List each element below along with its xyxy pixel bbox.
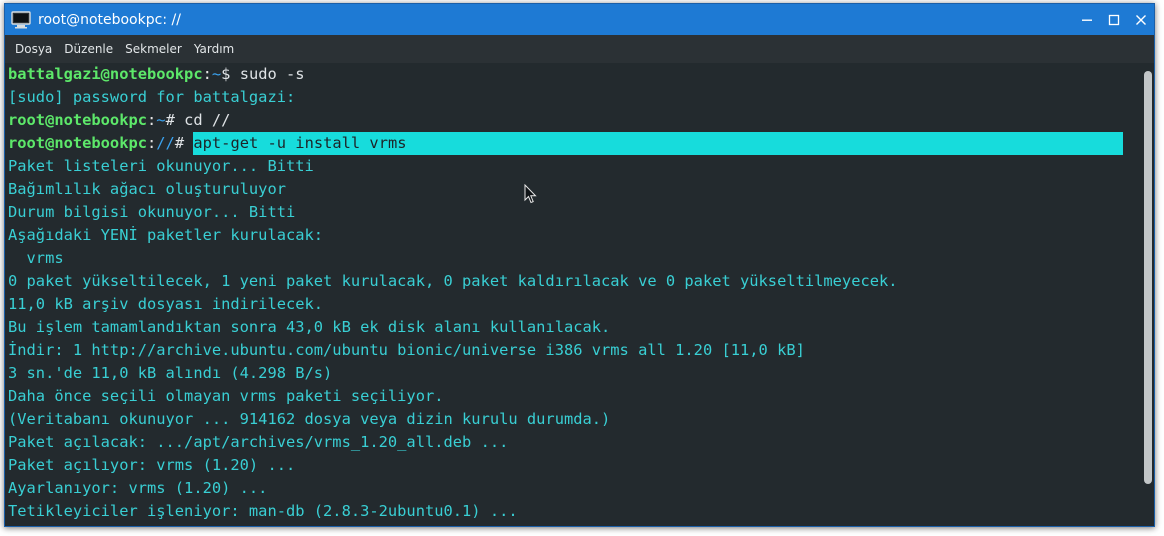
terminal-icon (10, 9, 32, 31)
terminal-line: (Veritabanı okunuyor ... 914162 dosya ve… (8, 410, 611, 428)
terminal-line: Ayarlanıyor: vrms (1.20) ... (8, 479, 268, 497)
menu-yardim[interactable]: Yardım (188, 35, 240, 63)
terminal-line: 3 sn.'de 11,0 kB alındı (4.298 B/s) (8, 364, 333, 382)
terminal-line: Paket açılacak: .../apt/archives/vrms_1.… (8, 433, 509, 451)
scrollbar-thumb[interactable] (1144, 71, 1152, 484)
terminal-line: root@notebookpc://# apt-get -u install v… (5, 132, 1142, 155)
prompt-separator: : (147, 111, 157, 129)
minimize-icon[interactable] (1073, 4, 1100, 35)
title-bar[interactable]: root@notebookpc: // (5, 4, 1154, 35)
selected-command-text[interactable]: apt-get -u install vrms (193, 132, 1124, 155)
terminal-line: Daha önce seçili olmayan vrms paketi seç… (8, 387, 444, 405)
menu-duzenle[interactable]: Düzenle (58, 35, 119, 63)
close-icon[interactable] (1127, 4, 1154, 35)
prompt-separator: : (202, 65, 212, 83)
menu-bar: Dosya Düzenle Sekmeler Yardım (5, 35, 1154, 63)
prompt-user: battalgazi@notebookpc (8, 65, 203, 83)
maximize-icon[interactable] (1100, 4, 1127, 35)
prompt-symbol: $ (221, 65, 240, 83)
prompt-separator: : (147, 134, 157, 152)
terminal-line: 11,0 kB arşiv dosyası indirilecek. (8, 295, 324, 313)
terminal-line: Aşağıdaki YENİ paketler kurulacak: (8, 226, 324, 244)
vertical-scrollbar[interactable] (1142, 63, 1154, 526)
prompt-path: ~ (211, 65, 222, 83)
prompt-symbol: # (174, 134, 194, 152)
prompt-path: ~ (156, 111, 166, 129)
terminal-line: vrms (8, 249, 64, 267)
terminal-line: Bağımlılık ağacı oluşturuluyor (8, 180, 286, 198)
terminal-line: battalgazi@notebookpc:~$ sudo -s (5, 63, 1142, 86)
terminal-line: 0 paket yükseltilecek, 1 yeni paket kuru… (8, 272, 898, 290)
terminal-line: root@notebookpc:~# cd // (5, 109, 1142, 132)
command-text: cd // (184, 111, 231, 129)
prompt-path: // (156, 134, 175, 152)
window-title: root@notebookpc: // (38, 11, 181, 28)
mouse-pointer-icon (524, 183, 537, 208)
terminal-line: Paket açılıyor: vrms (1.20) ... (8, 456, 296, 474)
terminal-line: [sudo] password for battalgazi: (8, 88, 296, 106)
prompt-user: root@notebookpc (8, 111, 147, 129)
menu-dosya[interactable]: Dosya (9, 35, 58, 63)
command-text: sudo -s (239, 65, 305, 83)
prompt-user: root@notebookpc (8, 134, 147, 152)
terminal-output[interactable]: battalgazi@notebookpc:~$ sudo -s [sudo] … (5, 63, 1142, 526)
menu-sekmeler[interactable]: Sekmeler (119, 35, 188, 63)
prompt-symbol: # (165, 111, 185, 129)
terminal-line: İndir: 1 http://archive.ubuntu.com/ubunt… (8, 341, 805, 359)
terminal-line: Tetikleyiciler işleniyor: man-db (2.8.3-… (8, 502, 518, 520)
terminal-line: Paket listeleri okunuyor... Bitti (8, 157, 314, 175)
terminal-window: root@notebookpc: // Dosya Düzenle Sekmel… (4, 3, 1155, 527)
terminal-line: Durum bilgisi okunuyor... Bitti (8, 203, 296, 221)
terminal-line: Bu işlem tamamlandıktan sonra 43,0 kB ek… (8, 318, 611, 336)
